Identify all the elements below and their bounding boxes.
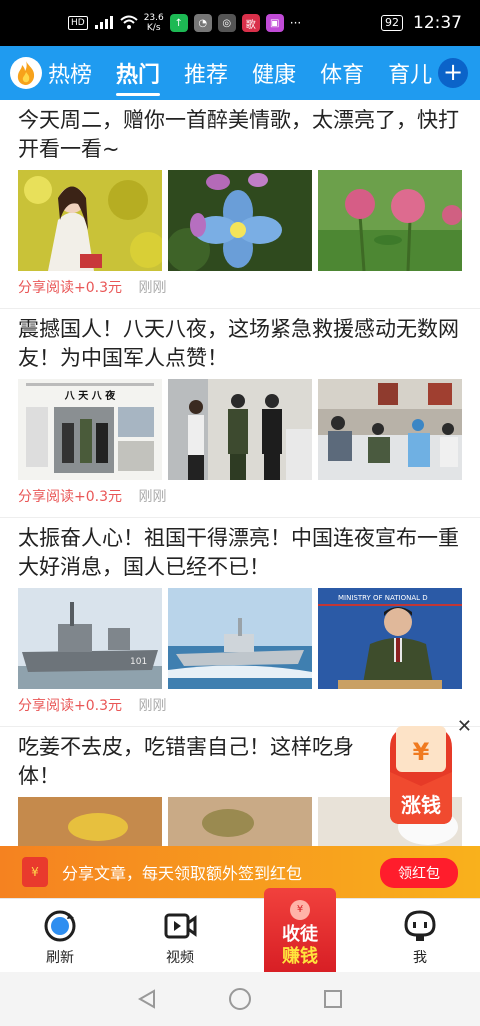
article-thumbnails: 八 天 八 夜 [18,379,462,480]
wechat-icon: ◎ [217,14,236,32]
banner-text: 分享文章，每天领取额外签到红包 [62,864,303,883]
status-icons: HD 23.6 K/s ↑ ◔ ◎ 歌 ▣ ··· [68,13,301,33]
center-label-2: 赚钱 [282,946,318,967]
share-reward[interactable]: 分享阅读+0.3元 [18,280,122,296]
article-thumbnails: 101 MINISTRY OF NATIONAL D [18,588,462,689]
publish-time: 刚刚 [138,280,167,296]
signal-icon [94,15,114,32]
thumb-warship-sea[interactable] [168,588,312,689]
article-meta: 分享阅读+0.3元 刚刚 [18,271,462,308]
backdrop-text: MINISTRY OF NATIONAL D [338,594,428,602]
article-meta: 分享阅读+0.3元 刚刚 [18,480,462,517]
tab-tuijian[interactable]: 推荐 [184,57,228,89]
nav-profile[interactable]: 我 [360,899,480,972]
thumb-woman-flowers[interactable] [18,170,162,271]
refresh-icon [44,910,76,942]
share-reward[interactable]: 分享阅读+0.3元 [18,489,122,505]
home-icon[interactable] [228,987,252,1011]
article-item[interactable]: 震撼国人！八天八夜，这场紧急救援感动无数网友！为中国军人点赞！ 八 天 八 夜 … [0,309,480,518]
nav-video[interactable]: 视频 [120,899,240,972]
battery-indicator: 92 [381,15,403,31]
article-item[interactable]: 今天周二，赠你一首醉美情歌，太漂亮了，快打开看一看~ 分享阅读+0.3元 刚刚 [0,100,480,309]
upload-icon: ↑ [169,14,188,32]
thumb-warship-docked[interactable]: 101 [18,588,162,689]
share-reward[interactable]: 分享阅读+0.3元 [18,698,122,714]
music-app-icon: 歌 [241,14,260,32]
article-meta: 分享阅读+0.3元 刚刚 [18,689,462,726]
thumb-blue-flower[interactable] [168,170,312,271]
reward-float-button[interactable]: ¥ 涨钱 [384,722,458,826]
thumb-ginger-1[interactable] [18,797,162,846]
clock: 12:37 [413,13,462,33]
chat-icon: ◔ [193,14,212,32]
top-nav: 热榜 热门 推荐 健康 体育 育儿 + [0,46,480,100]
nav-refresh[interactable]: 刷新 [0,899,120,972]
thumb-spokesman[interactable]: MINISTRY OF NATIONAL D [318,588,462,689]
reward-coin-icon: ¥ [413,738,430,766]
nav-label: 刷新 [46,950,74,966]
thumb-ginger-2[interactable] [168,797,312,846]
reward-label: 涨钱 [401,793,441,817]
recents-icon[interactable] [322,988,344,1010]
share-banner[interactable]: ¥ 分享文章，每天领取额外签到红包 领红包 [0,846,480,898]
tab-remen[interactable]: 热门 [116,57,161,96]
publish-time: 刚刚 [138,698,167,714]
tab-tiyu[interactable]: 体育 [320,57,364,89]
thumb-medical-team[interactable] [318,379,462,480]
more-icon: ··· [289,16,302,30]
tab-yuer[interactable]: 育儿 [388,57,432,89]
add-channel-button[interactable]: + [438,58,468,88]
nav-label: 我 [413,950,427,966]
thumb-pink-clover[interactable] [318,170,462,271]
coin-icon: ¥ [290,900,310,920]
system-nav-bar [0,972,480,1026]
hd-badge: HD [68,16,88,30]
red-envelope-icon: ¥ [22,857,48,887]
publish-time: 刚刚 [138,489,167,505]
recruit-earn-button[interactable]: ¥ 收徒 赚钱 [264,888,336,974]
thumb-rescue-hospital[interactable] [168,379,312,480]
gallery-icon: ▣ [265,14,284,32]
article-title[interactable]: 太振奋人心！祖国干得漂亮！中国连夜宣布一重大好消息，国人已经不已！ [18,524,462,582]
network-speed: 23.6 K/s [143,13,164,33]
video-icon [164,913,197,939]
article-title[interactable]: 震撼国人！八天八夜，这场紧急救援感动无数网友！为中国军人点赞！ [18,315,462,373]
article-thumbnails [18,170,462,271]
back-icon[interactable] [136,988,158,1010]
close-icon[interactable]: ✕ [457,716,472,737]
wifi-icon [120,15,138,32]
tab-jiankang[interactable]: 健康 [252,57,296,89]
ship-number: 101 [130,657,147,667]
status-bar: HD 23.6 K/s ↑ ◔ ◎ 歌 ▣ ··· 92 12:37 [0,0,480,46]
article-item[interactable]: 太振奋人心！祖国干得漂亮！中国连夜宣布一重大好消息，国人已经不已！ 101 MI… [0,518,480,727]
profile-icon [404,910,436,941]
bottom-nav: 刷新 视频 我 [0,898,480,972]
center-label-1: 收徒 [282,924,318,945]
article-title[interactable]: 今天周二，赠你一首醉美情歌，太漂亮了，快打开看一看~ [18,106,462,164]
newspaper-headline: 八 天 八 夜 [64,389,116,402]
claim-red-envelope-button[interactable]: 领红包 [380,858,458,888]
flame-logo-icon[interactable] [10,57,42,89]
nav-label: 视频 [166,950,194,966]
thumb-newspaper[interactable]: 八 天 八 夜 [18,379,162,480]
tab-rebang[interactable]: 热榜 [48,57,92,89]
